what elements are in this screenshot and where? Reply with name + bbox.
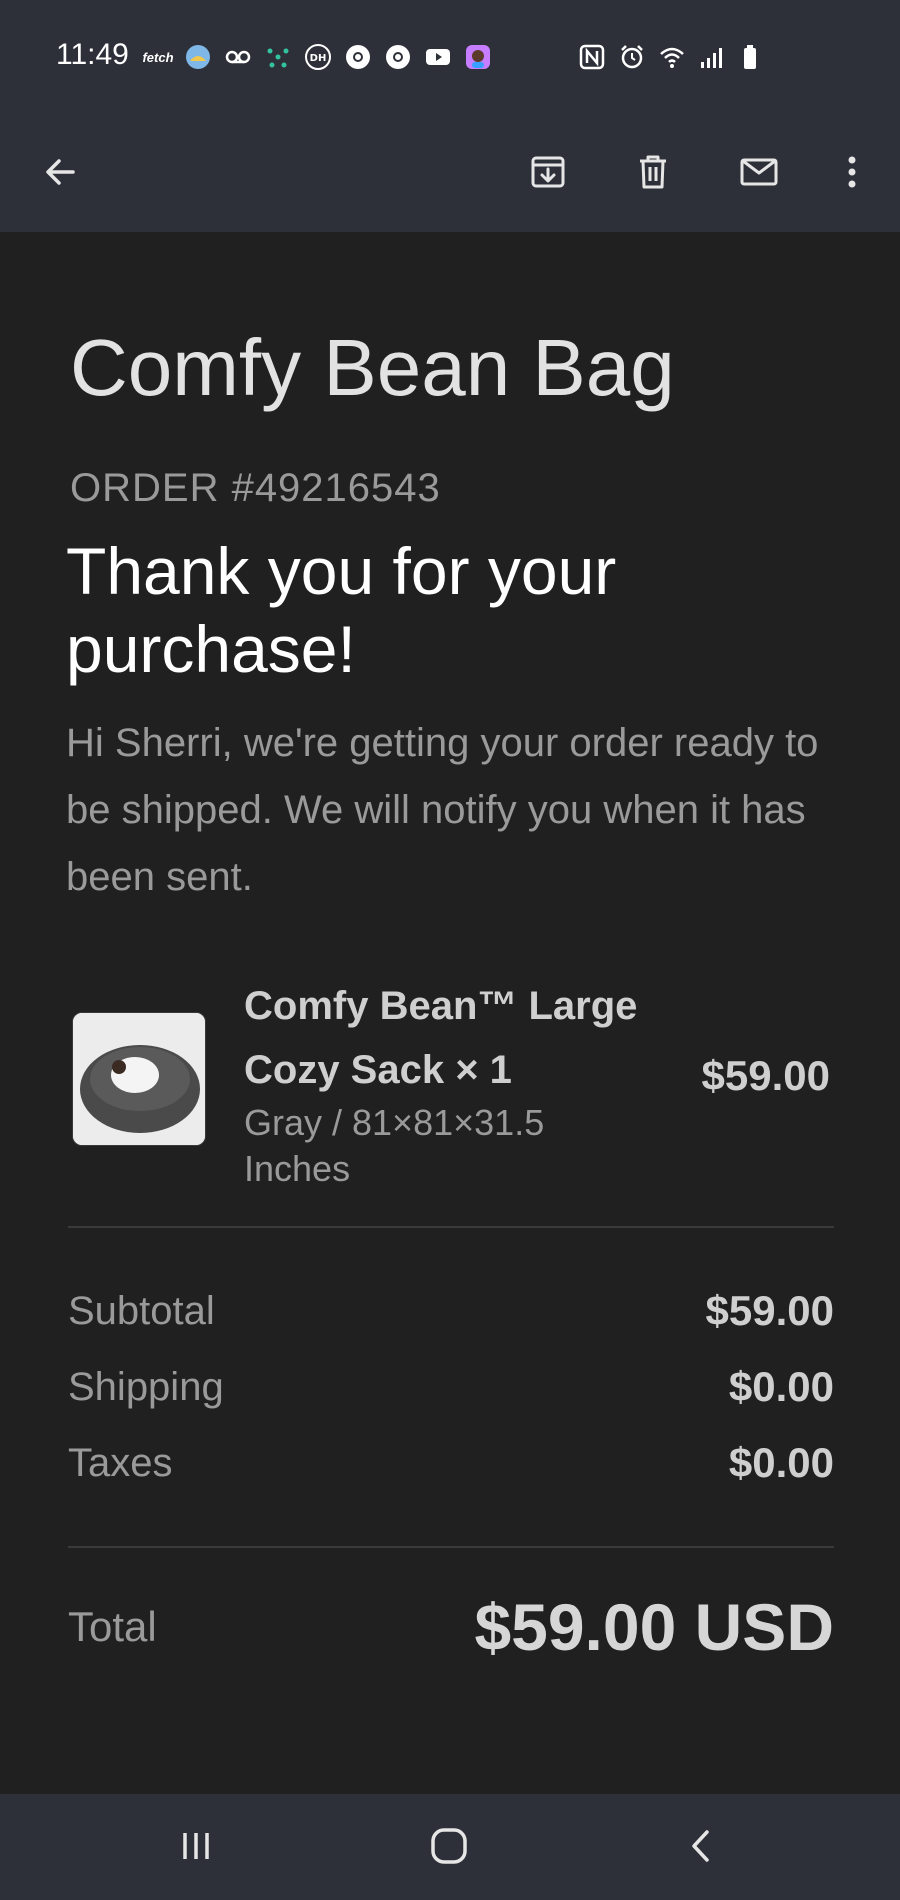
recent-apps-button[interactable]: [156, 1816, 236, 1876]
home-icon: [431, 1828, 467, 1864]
taxes-value: $0.00: [728, 1439, 834, 1486]
back-arrow-icon: [46, 159, 75, 185]
battery-icon: [738, 43, 766, 71]
dots-app-icon: [264, 43, 292, 71]
subtotal-value: $59.00: [705, 1287, 834, 1334]
delete-icon: [640, 155, 666, 189]
signal-icon: [698, 43, 726, 71]
nfc-icon: [578, 43, 606, 71]
subtotal-row: Subtotal $59.00: [68, 1286, 834, 1336]
store-title: Comfy Bean Bag: [70, 323, 675, 412]
total-row: Total $59.00 USD: [68, 1582, 834, 1672]
fetch-app-icon: fetch: [142, 43, 174, 71]
chrome-icon: [344, 43, 372, 71]
taxes-row: Taxes $0.00: [68, 1438, 834, 1488]
navigation-bar: [0, 1794, 900, 1900]
shipping-label: Shipping: [68, 1364, 224, 1409]
delete-button[interactable]: [623, 142, 683, 202]
status-time: 11:49: [56, 38, 129, 71]
divider: [68, 1546, 834, 1548]
wifi-icon: [658, 43, 686, 71]
order-number: ORDER #49216543: [70, 466, 441, 510]
more-options-icon: [848, 156, 856, 188]
email-toolbar: [0, 112, 900, 232]
notification-icons: fetch DH: [142, 40, 492, 74]
shipping-value: $0.00: [728, 1363, 834, 1410]
back-icon: [692, 1830, 709, 1862]
email-body: Comfy Bean Bag ORDER #49216543 Thank you…: [0, 232, 900, 1794]
taxes-label: Taxes: [68, 1440, 173, 1485]
dh-app-icon: DH: [304, 43, 332, 71]
nav-back-button[interactable]: [662, 1816, 742, 1876]
game-app-icon: [184, 43, 212, 71]
recent-apps-icon: [183, 1833, 209, 1859]
mark-unread-icon: [740, 158, 778, 186]
voicemail-icon: [224, 43, 252, 71]
avatar-app-icon: [464, 43, 492, 71]
more-options-button[interactable]: [822, 142, 882, 202]
archive-icon: [531, 156, 565, 188]
product-price: $59.00: [701, 1052, 830, 1099]
svg-text:DH: DH: [310, 53, 327, 64]
back-button[interactable]: [30, 142, 90, 202]
product-image[interactable]: [72, 1012, 206, 1146]
order-message: Hi Sherri, we're getting your order read…: [66, 721, 819, 899]
subtotal-label: Subtotal: [68, 1288, 215, 1333]
total-value: $59.00 USD: [474, 1590, 834, 1664]
archive-button[interactable]: [518, 142, 578, 202]
shipping-row: Shipping $0.00: [68, 1362, 834, 1412]
thank-you-heading: Thank you for your purchase!: [66, 534, 617, 686]
status-bar: 11:49 fetch DH: [0, 0, 900, 112]
product-variant: Gray / 81×81×31.5 Inches: [244, 1102, 545, 1189]
mark-unread-button[interactable]: [729, 142, 789, 202]
fetch-label: fetch: [142, 49, 174, 65]
product-name: Comfy Bean™ Large Cozy Sack × 1: [244, 984, 638, 1092]
chrome-icon-2: [384, 43, 412, 71]
alarm-icon: [618, 43, 646, 71]
divider: [68, 1226, 834, 1228]
total-label: Total: [68, 1603, 157, 1650]
home-button[interactable]: [409, 1816, 489, 1876]
youtube-icon: [424, 43, 452, 71]
system-status-icons: [578, 40, 766, 74]
